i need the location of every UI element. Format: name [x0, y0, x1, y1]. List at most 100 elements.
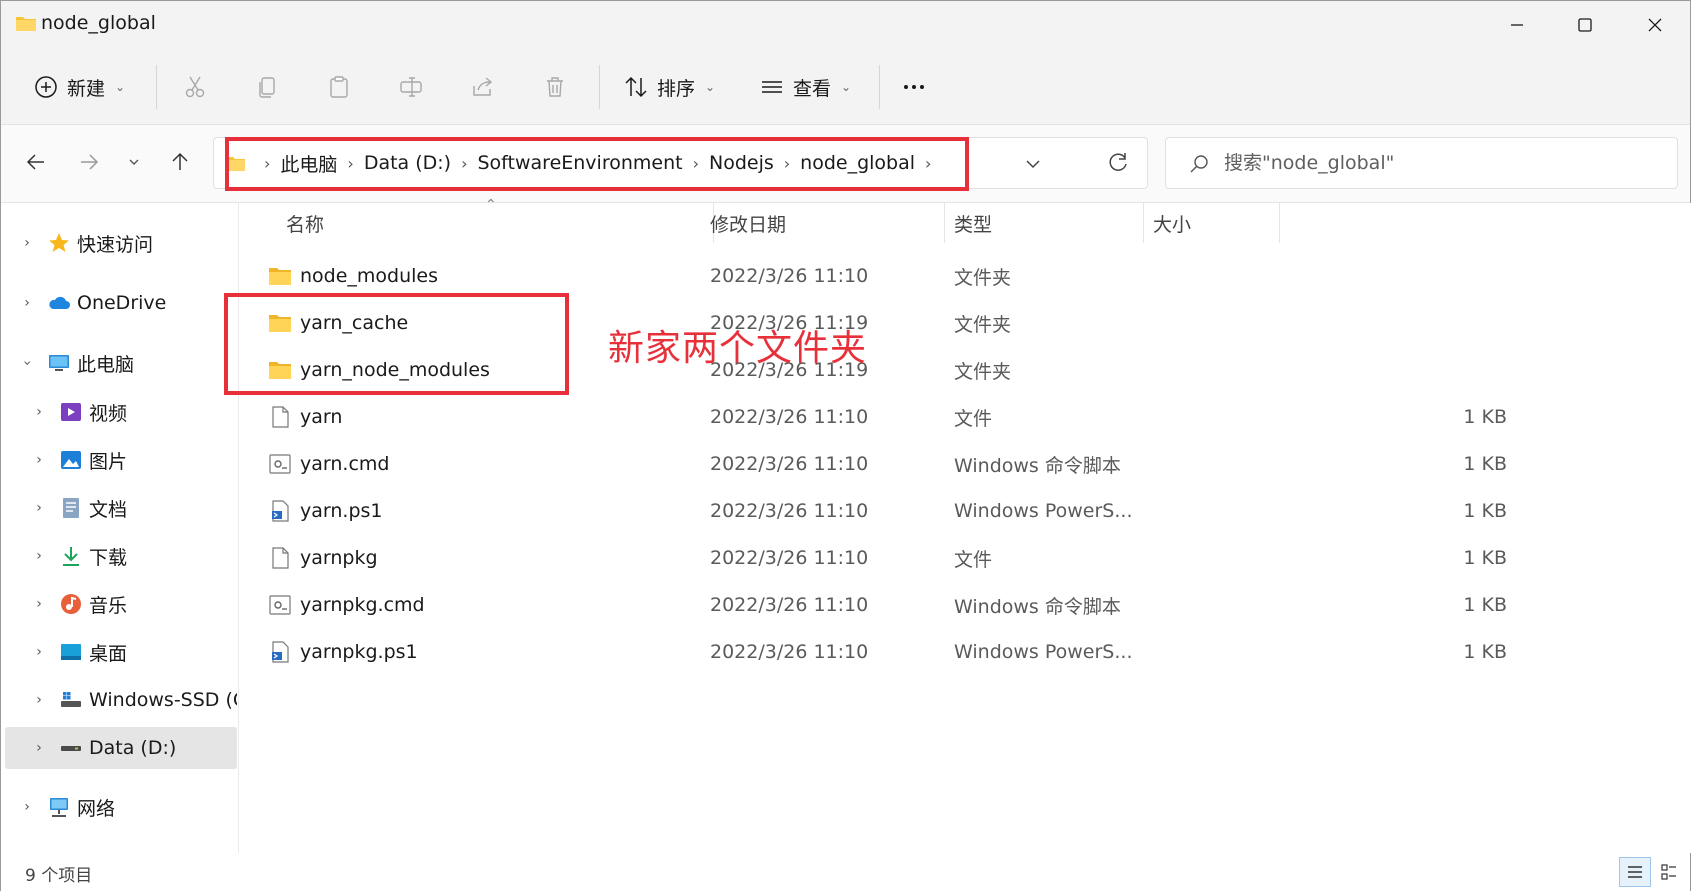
desktop-icon [61, 644, 81, 660]
sidebar-item-windows-ssd[interactable]: › Windows-SSD (C [5, 679, 237, 721]
file-type: 文件夹 [954, 360, 1012, 383]
breadcrumb-item[interactable]: Nodejs [709, 152, 774, 174]
clipboard-icon [330, 76, 348, 98]
chevron-right-icon[interactable]: › [31, 644, 47, 660]
drive-icon [61, 692, 81, 707]
file-name: node_modules [300, 265, 439, 287]
file-row[interactable]: yarnpkg.ps1 2022/3/26 11:10 Windows Powe… [240, 629, 1691, 675]
cmd-script-icon [269, 454, 291, 474]
sidebar-item-pictures[interactable]: › 图片 [5, 439, 237, 481]
sidebar-item-label: OneDrive [77, 292, 167, 314]
search-input[interactable] [1224, 148, 1654, 178]
sidebar-item-network[interactable]: › 网络 [5, 786, 237, 828]
paste-button[interactable] [326, 67, 352, 107]
breadcrumb-item[interactable]: SoftwareEnvironment [478, 152, 683, 174]
view-button[interactable]: 查看 ⌄ [759, 67, 851, 107]
maximize-button[interactable] [1551, 1, 1619, 49]
close-button[interactable] [1621, 1, 1689, 49]
file-row[interactable]: yarn_cache 2022/3/26 11:19 文件夹 [240, 300, 1691, 346]
sidebar-item-documents[interactable]: › 文档 [5, 487, 237, 529]
sidebar-item-label: 桌面 [89, 642, 128, 665]
file-row[interactable]: yarn_node_modules 2022/3/26 11:19 文件夹 [240, 347, 1691, 393]
sidebar-item-this-pc[interactable]: › 此电脑 [5, 342, 237, 384]
chevron-down-icon: ⌄ [841, 80, 852, 94]
more-options-button[interactable] [901, 67, 927, 107]
chevron-right-icon[interactable]: › [31, 596, 47, 612]
column-header-label: 修改日期 [710, 213, 787, 236]
chevron-right-icon[interactable]: › [31, 500, 47, 516]
monitor-icon [49, 355, 69, 371]
forward-button[interactable] [72, 145, 106, 179]
share-button[interactable] [470, 67, 496, 107]
sidebar-item-label: 网络 [77, 797, 116, 820]
chevron-right-icon[interactable]: › [31, 452, 47, 468]
sidebar-item-videos[interactable]: › 视频 [5, 391, 237, 433]
sidebar-item-music[interactable]: › 音乐 [5, 583, 237, 625]
file-icon [272, 547, 289, 569]
new-button[interactable]: 新建 ⌄ [33, 67, 125, 107]
up-button[interactable] [163, 145, 197, 179]
cut-button[interactable] [182, 67, 208, 107]
file-date: 2022/3/26 11:10 [710, 265, 869, 287]
file-row[interactable]: yarn.ps1 2022/3/26 11:10 Windows PowerS.… [240, 488, 1691, 534]
details-view-button[interactable] [1619, 857, 1651, 887]
tiles-view-button[interactable] [1653, 857, 1685, 887]
rename-button[interactable] [398, 67, 424, 107]
column-header-label: 类型 [954, 213, 993, 236]
chevron-right-icon[interactable]: › [19, 295, 35, 311]
folder-icon [269, 362, 291, 379]
file-size: 1 KB [1463, 641, 1507, 663]
status-bar: 9 个项目 [1, 853, 1690, 891]
minimize-icon [1511, 24, 1523, 26]
sidebar-item-data-drive[interactable]: › Data (D:) [5, 727, 237, 769]
new-label: 新建 [67, 77, 106, 100]
file-row[interactable]: yarn.cmd 2022/3/26 11:10 Windows 命令脚本 1 … [240, 441, 1691, 487]
chevron-right-icon[interactable]: › [19, 799, 35, 815]
sidebar-item-quick-access[interactable]: › 快速访问 [5, 222, 237, 264]
chevron-right-icon[interactable]: › [31, 740, 47, 756]
search-box[interactable] [1165, 137, 1678, 189]
column-header-name[interactable]: 名称 [278, 203, 714, 243]
sidebar-item-desktop[interactable]: › 桌面 [5, 631, 237, 673]
file-row[interactable]: node_modules 2022/3/26 11:10 文件夹 [240, 253, 1691, 299]
chevron-right-icon[interactable]: › [31, 548, 47, 564]
chevron-right-icon[interactable]: › [31, 692, 47, 708]
sidebar-item-label: 音乐 [89, 594, 128, 617]
file-type: 文件 [954, 548, 993, 571]
file-row[interactable]: yarnpkg.cmd 2022/3/26 11:10 Windows 命令脚本… [240, 582, 1691, 628]
sidebar-item-downloads[interactable]: › 下载 [5, 535, 237, 577]
column-header-size[interactable]: 大小 [1145, 203, 1280, 243]
share-icon [473, 77, 493, 96]
minimize-button[interactable] [1483, 1, 1551, 49]
chevron-right-icon[interactable]: › [31, 404, 47, 420]
back-button[interactable] [19, 145, 53, 179]
copy-button[interactable] [254, 67, 280, 107]
star-icon [49, 233, 69, 252]
file-size: 1 KB [1463, 500, 1507, 522]
view-list-icon [762, 81, 782, 93]
chevron-down-icon[interactable]: › [19, 355, 35, 371]
breadcrumb-item[interactable]: Data (D:) [364, 152, 451, 174]
details-view-icon [1628, 866, 1642, 878]
sort-icon [625, 76, 647, 98]
delete-button[interactable] [542, 67, 568, 107]
sidebar-item-onedrive[interactable]: › OneDrive [5, 282, 237, 324]
address-bar[interactable]: › 此电脑 › Data (D:) › SoftwareEnvironment … [213, 137, 1148, 189]
documents-icon [63, 498, 79, 518]
address-history-chevron-icon[interactable] [1021, 152, 1045, 176]
chevron-down-icon: ⌄ [115, 80, 126, 94]
file-row[interactable]: yarn 2022/3/26 11:10 文件 1 KB [240, 394, 1691, 440]
recent-locations-button[interactable] [117, 145, 151, 179]
download-icon [63, 547, 79, 566]
chevron-right-icon[interactable]: › [19, 235, 35, 251]
column-header-type[interactable]: 类型 [946, 203, 1144, 243]
breadcrumb-item[interactable]: node_global [800, 152, 915, 174]
toolbar-divider [599, 65, 600, 109]
file-list: ⌃ 名称 修改日期 类型 大小 node_modules 2022/3/26 1… [240, 197, 1691, 853]
sort-button[interactable]: 排序 ⌄ [623, 67, 715, 107]
file-row[interactable]: yarnpkg 2022/3/26 11:10 文件 1 KB [240, 535, 1691, 581]
maximize-icon [1578, 18, 1592, 32]
column-header-date[interactable]: 修改日期 [702, 203, 945, 243]
refresh-icon[interactable] [1105, 150, 1131, 176]
breadcrumb-item[interactable]: 此电脑 [280, 150, 337, 177]
